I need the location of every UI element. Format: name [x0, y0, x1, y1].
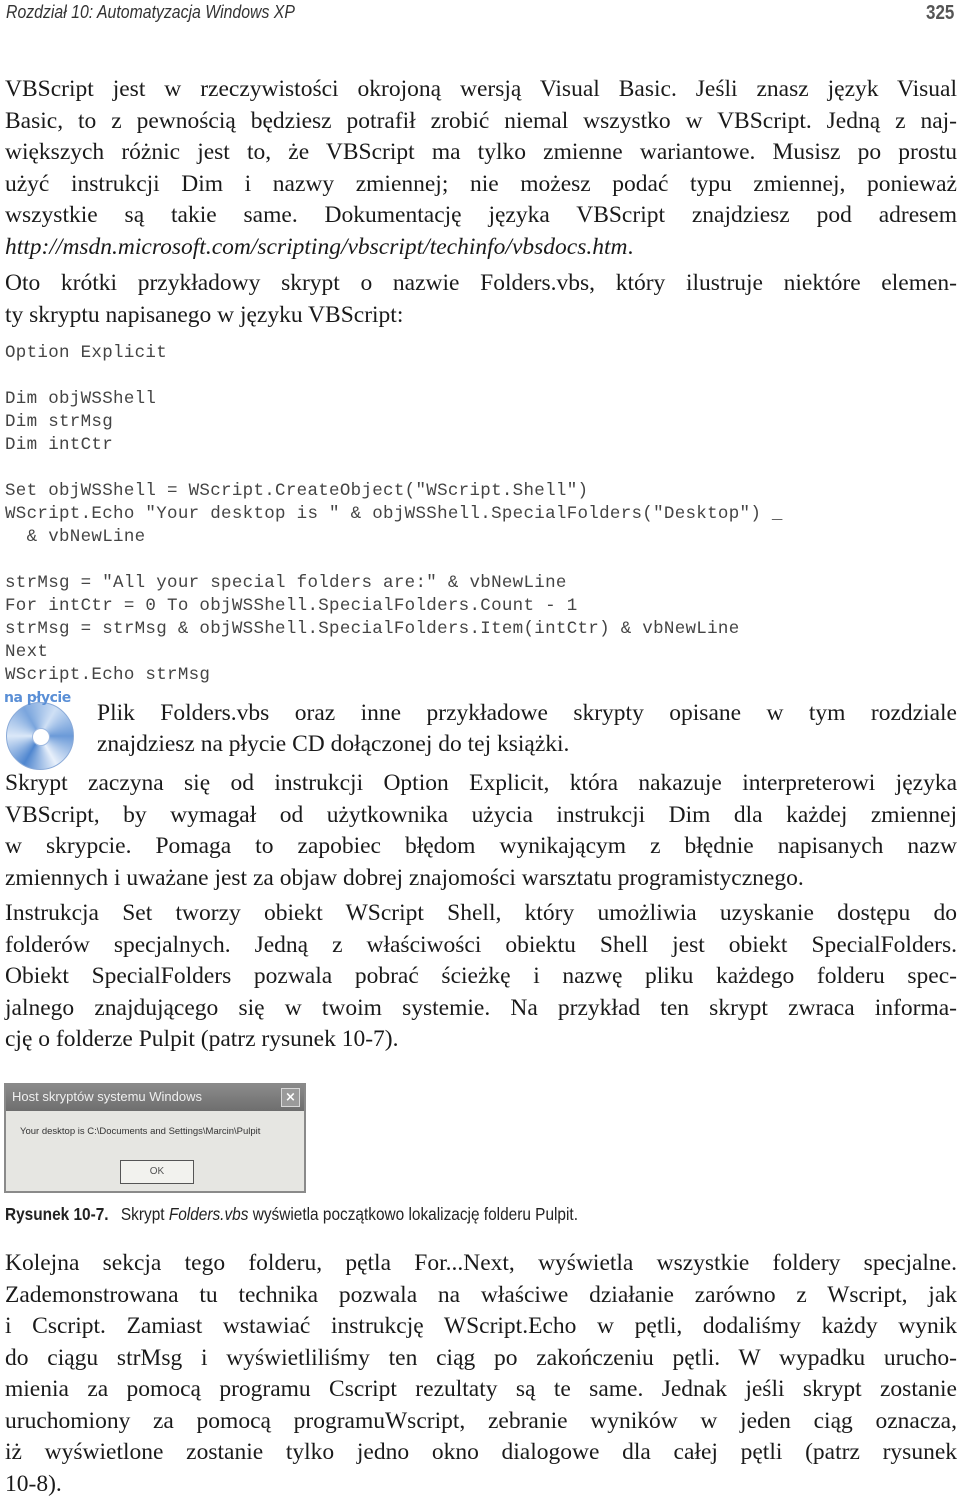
code-line [5, 549, 783, 572]
text-line: VBScript jest w rzeczywistości okrojoną … [5, 74, 957, 106]
caption-filename: Folders.vbs [169, 1204, 249, 1224]
cd-note: na płycie Plik Folders.vbs oraz inne prz… [0, 690, 960, 762]
cd-disc-icon [6, 702, 74, 770]
code-line: strMsg = "All your special folders are:"… [5, 572, 783, 595]
text-line: Instrukcja Set tworzy obiekt WScript She… [5, 898, 957, 930]
cd-hole [32, 728, 50, 746]
text-line: użyć instrukcji Dim i nazwy zmiennej; ni… [5, 169, 957, 201]
figure-caption: Rysunek 10-7. Skrypt Folders.vbs wyświetl… [5, 1204, 578, 1225]
paragraph-intro: VBScript jest w rzeczywistości okrojoną … [5, 74, 957, 263]
punctuation: . [627, 234, 633, 260]
cd-note-text: Plik Folders.vbs oraz inne przykładowe s… [97, 698, 957, 760]
paragraph-set-instruction: Instrukcja Set tworzy obiekt WScript She… [5, 898, 957, 1056]
caption-text: wyświetla początkowo lokalizację folderu… [248, 1204, 578, 1224]
text-line: w skrypcie. Pomaga to zapobiec błędom wy… [5, 831, 957, 863]
text-line: Zademonstrowana tu technika pozwala na w… [5, 1280, 957, 1312]
code-line: WScript.Echo strMsg [5, 664, 783, 687]
text-line: Kolejna sekcja tego folderu, pętla For..… [5, 1248, 957, 1280]
code-line: strMsg = strMsg & objWSShell.SpecialFold… [5, 618, 783, 641]
text-line: i Cscript. Zamiast wstawiać instrukcję W… [5, 1311, 957, 1343]
code-line: Next [5, 641, 783, 664]
text-line: ty skryptu napisanego w języku VBScript: [5, 300, 957, 332]
dialog-titlebar: Host skryptów systemu Windows × [6, 1085, 304, 1111]
text-line: folderów specjalnych. Jedną z właściwośc… [5, 930, 957, 962]
text-line: Basic, to z pewnością będziesz potrafił … [5, 106, 957, 138]
paragraph-option-explicit: Skrypt zaczyna się od instrukcji Option … [5, 768, 957, 894]
text-line: Oto krótki przykładowy skrypt o nazwie F… [5, 268, 957, 300]
text-line: cję o folderze Pulpit (patrz rysunek 10-… [5, 1024, 957, 1056]
chapter-title: Rozdział 10: Automatyzacja Windows XP [6, 2, 295, 23]
text-line: wszystkie są takie same. Dokumentację ję… [5, 200, 957, 232]
message-dialog: Host skryptów systemu Windows × Your des… [4, 1083, 306, 1193]
text-line: 10-8). [5, 1469, 957, 1500]
dialog-message: Your desktop is C:\Documents and Setting… [20, 1126, 260, 1137]
cd-label: na płycie [4, 690, 71, 706]
code-line [5, 457, 783, 480]
text-line: Plik Folders.vbs oraz inne przykładowe s… [97, 698, 957, 729]
text-line: jalnego znajdującego się w twoim systemi… [5, 993, 957, 1025]
page-header: Rozdział 10: Automatyzacja Windows XP 32… [6, 2, 954, 28]
text-line: mienia za pomocą programu Cscript rezult… [5, 1374, 957, 1406]
code-line: Dim strMsg [5, 411, 783, 434]
text-line: Obiekt SpecialFolders pozwala pobrać ści… [5, 961, 957, 993]
code-line: Option Explicit [5, 342, 783, 365]
paragraph-for-next: Kolejna sekcja tego folderu, pętla For..… [5, 1248, 957, 1500]
code-line: Dim objWSShell [5, 388, 783, 411]
page-number: 325 [926, 2, 954, 25]
code-line: & vbNewLine [5, 526, 783, 549]
code-line: Dim intCtr [5, 434, 783, 457]
code-line: For intCtr = 0 To objWSShell.SpecialFold… [5, 595, 783, 618]
text-line: znajdziesz na płycie CD dołączonej do te… [97, 729, 957, 760]
caption-text: Skrypt [121, 1204, 169, 1224]
text-line: iż wyświetlone zostanie tylko jedno okno… [5, 1437, 957, 1469]
text-line: zmiennych i uważane jest za objaw dobrej… [5, 863, 957, 895]
dialog-title: Host skryptów systemu Windows [12, 1089, 202, 1104]
text-line: uruchomiony za pomocą programuWscript, z… [5, 1406, 957, 1438]
close-icon[interactable]: × [281, 1088, 300, 1107]
code-listing: Option Explicit Dim objWSShellDim strMsgD… [5, 342, 783, 687]
text-line: do ciągu strMsg i wyświetliliśmy ten cią… [5, 1343, 957, 1375]
caption-label: Rysunek 10-7. [5, 1204, 109, 1224]
text-line: większych różnic jest to, że VBScript ma… [5, 137, 957, 169]
text-line: VBScript, by wymagał od użytkownika użyc… [5, 800, 957, 832]
code-line: Set objWSShell = WScript.CreateObject("W… [5, 480, 783, 503]
code-line [5, 365, 783, 388]
documentation-link[interactable]: http://msdn.microsoft.com/scripting/vbsc… [5, 234, 627, 260]
code-line: WScript.Echo "Your desktop is " & objWSS… [5, 503, 783, 526]
text-line: Skrypt zaczyna się od instrukcji Option … [5, 768, 957, 800]
text-line: http://msdn.microsoft.com/scripting/vbsc… [5, 232, 957, 264]
ok-button[interactable]: OK [120, 1160, 194, 1184]
paragraph-script-intro: Oto krótki przykładowy skrypt o nazwie F… [5, 268, 957, 331]
